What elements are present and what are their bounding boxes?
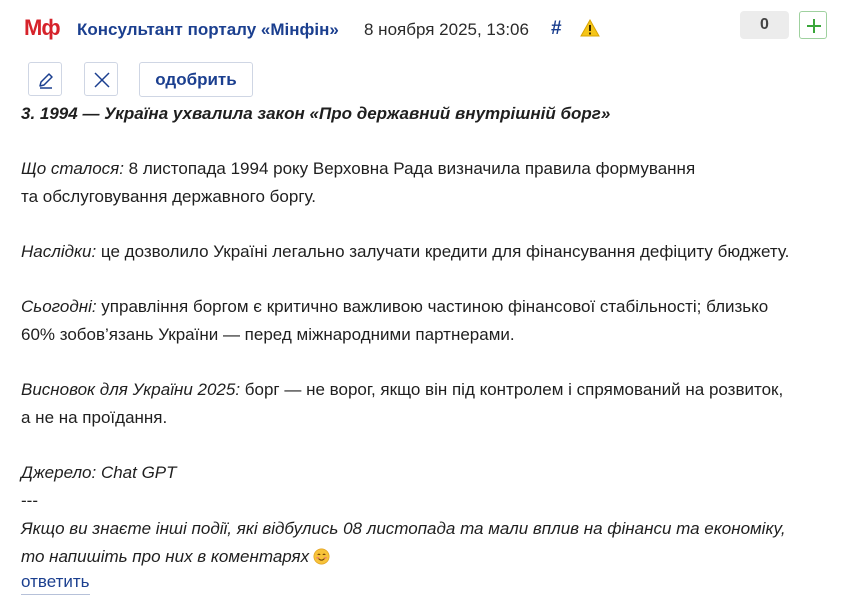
closing-line-1: Якщо ви знаєте інші події, які відбулись… <box>21 519 786 538</box>
text-conclusion-1: борг — не ворог, якщо він під контролем … <box>240 380 784 399</box>
close-icon <box>94 72 110 88</box>
minfin-logo[interactable]: Мф <box>24 15 61 41</box>
paragraph-consequences: Наслідки: це дозволило Україні легально … <box>21 238 836 266</box>
author-name[interactable]: Консультант порталу «Мінфін» <box>77 20 339 40</box>
paragraph-today: Сьогодні: управління боргом є критично в… <box>21 293 836 349</box>
text-what-happened-2: та обслуговування державного боргу. <box>21 187 317 206</box>
permalink-hash[interactable]: # <box>551 18 562 40</box>
pencil-icon <box>39 73 53 89</box>
label-what-happened: Що сталося: <box>21 159 124 178</box>
source-line: Джерело: Chat GPT <box>21 463 177 482</box>
closing-paragraph: то напишіть про них в коментарях <box>21 543 836 571</box>
rating-counter: 0 <box>740 11 789 39</box>
label-consequences: Наслідки: <box>21 242 97 261</box>
post-body: 3. 1994 — Україна ухвалила закон «Про де… <box>21 100 836 571</box>
upvote-button[interactable] <box>799 11 827 39</box>
text-today-1: управління боргом є критично важливою ча… <box>96 297 769 316</box>
paragraph-conclusion: Висновок для України 2025: борг — не вор… <box>21 376 836 432</box>
delete-button[interactable] <box>84 62 118 96</box>
text-consequences: це дозволило Україні легально залучати к… <box>96 242 790 261</box>
reply-link[interactable]: ответить <box>21 572 90 595</box>
plus-icon <box>807 19 821 33</box>
text-conclusion-2: а не на проїдання. <box>21 408 168 427</box>
warning-icon[interactable] <box>580 18 600 37</box>
moderation-toolbar: одобрить <box>0 62 846 98</box>
edit-button[interactable] <box>28 62 62 96</box>
label-today: Сьогодні: <box>21 297 97 316</box>
post-date: 8 ноября 2025, 13:06 <box>364 20 529 39</box>
divider-line: --- <box>21 491 38 510</box>
label-conclusion: Висновок для України 2025: <box>21 380 241 399</box>
smiling-face-icon <box>313 548 330 565</box>
closing-line-2: то напишіть про них в коментарях <box>21 547 310 566</box>
post-heading: 3. 1994 — Україна ухвалила закон «Про де… <box>21 104 611 123</box>
text-what-happened-1: 8 листопада 1994 року Верховна Рада визн… <box>123 159 696 178</box>
paragraph-what-happened: Що сталося: 8 листопада 1994 року Верхов… <box>21 155 836 211</box>
approve-button[interactable]: одобрить <box>139 62 253 97</box>
post-header: Мф Консультант порталу «Мінфін» 8 ноября… <box>0 0 846 58</box>
text-today-2: 60% зобов’язань України — перед міжнарод… <box>21 325 515 344</box>
